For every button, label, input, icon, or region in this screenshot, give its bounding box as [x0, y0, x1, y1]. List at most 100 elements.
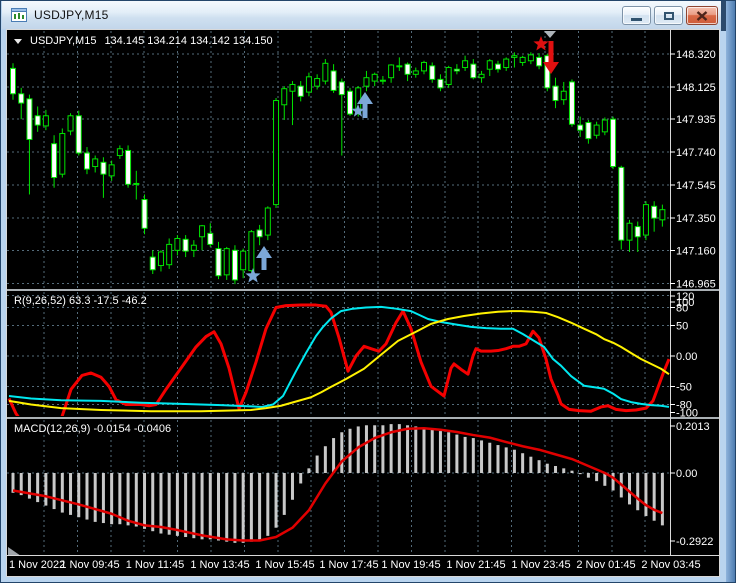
macd-histogram-bar: [175, 473, 179, 536]
macd-histogram-bar: [52, 473, 56, 510]
macd-histogram-bar: [381, 425, 385, 473]
candle: [445, 65, 452, 88]
macd-histogram-bar: [414, 426, 418, 473]
candle: [552, 77, 559, 109]
candle: [388, 64, 395, 83]
macd-histogram-bar: [586, 473, 590, 478]
price-axis-label: 147.545: [676, 180, 716, 192]
time-axis[interactable]: 1 Nov 2022 1 Nov 09:45 1 Nov 11:45 1 Nov 13…: [7, 559, 719, 575]
candle: [577, 116, 584, 137]
r-indicator-lines: [7, 303, 670, 416]
window-title: USDJPY,M15: [34, 8, 109, 22]
candle: [108, 160, 115, 181]
r-axis-label: -100: [676, 408, 698, 420]
chart-client-area[interactable]: 148.320 148.125 147.935 147.740 147.545 147.3…: [6, 29, 720, 577]
macd-histogram-bar: [422, 427, 426, 473]
macd-histogram-bar: [554, 466, 558, 473]
time-axis-label: 1 Nov 21:45: [446, 559, 506, 571]
macd-histogram-bar: [36, 473, 40, 503]
macd-histogram-bar: [595, 473, 599, 482]
minimize-icon: [631, 18, 642, 21]
macd-histogram-bar: [660, 473, 664, 526]
r-axis-label: -50: [676, 381, 692, 393]
time-axis-label: 2 Nov 01:45: [576, 559, 636, 571]
r-axis-label: 80: [676, 303, 688, 315]
r-indicator-label: R(9,26,52) 63.3 -17.5 -46.2: [14, 295, 147, 307]
chart-window-icon: [11, 8, 27, 22]
star-marker[interactable]: [533, 36, 549, 51]
candle: [642, 201, 649, 241]
candle: [92, 155, 99, 173]
macd-histogram-bar: [282, 473, 286, 515]
candle: [34, 106, 41, 132]
macd-histogram-bar: [463, 436, 467, 473]
candle: [536, 53, 543, 70]
time-axis-label: 1 Nov 11:45: [125, 559, 185, 571]
scroll-corner-icon: [8, 547, 21, 556]
candle: [231, 245, 238, 285]
macd-histogram-bar: [290, 473, 294, 500]
candle: [511, 52, 518, 68]
chart-ohlc-values: 134.145 134.214 134.142 134.150: [104, 35, 273, 47]
minimize-button[interactable]: [622, 6, 651, 25]
price-axis-label: 147.350: [676, 213, 716, 225]
chevron-down-icon[interactable]: [14, 38, 22, 44]
candle: [215, 241, 222, 280]
restore-button[interactable]: [654, 6, 683, 25]
restore-icon: [663, 11, 674, 20]
macd-histogram-bar: [455, 434, 459, 473]
candle: [494, 60, 501, 73]
time-axis-label: 1 Nov 13:45: [190, 559, 250, 571]
macd-histogram-bar: [200, 473, 204, 540]
macd-axis-label: -0.2922: [676, 536, 713, 548]
candle: [10, 63, 16, 100]
candle: [568, 79, 575, 127]
candle: [248, 230, 255, 273]
macd-histogram-bar: [184, 473, 188, 538]
candle: [437, 74, 444, 92]
candle: [100, 157, 107, 198]
candle: [651, 201, 658, 232]
candle: [486, 59, 493, 77]
candle: [396, 57, 403, 71]
macd-histogram-bar: [208, 473, 212, 540]
star-marker[interactable]: [245, 268, 261, 283]
macd-histogram-bar: [636, 473, 640, 511]
candle: [125, 145, 132, 188]
macd-histogram-bar: [521, 453, 525, 473]
candle: [470, 59, 477, 80]
macd-histogram-bar: [134, 473, 138, 527]
macd-histogram-bar: [192, 473, 196, 539]
macd-histogram-bar: [323, 446, 327, 473]
price-axis-label: 146.965: [676, 278, 716, 290]
macd-histogram-bar: [611, 473, 615, 491]
shift-triangle-icon[interactable]: [544, 31, 556, 38]
candle: [305, 72, 312, 97]
candle: [264, 206, 271, 241]
candle: [462, 55, 469, 71]
macd-histogram-bar: [471, 438, 475, 473]
macd-histogram-bar: [274, 473, 278, 528]
price-axis-label: 147.160: [676, 245, 716, 257]
macd-histogram-bar: [241, 473, 245, 543]
macd-histogram-bar: [266, 473, 270, 536]
r-axis-label: 0.00: [676, 351, 697, 363]
window-titlebar[interactable]: USDJPY,M15: [2, 1, 729, 29]
price-axis-label: 147.935: [676, 114, 716, 126]
macd-histogram-bar: [570, 470, 574, 473]
close-button[interactable]: [686, 6, 718, 25]
candle: [157, 250, 164, 272]
candle: [223, 246, 230, 280]
buy-arrow-marker[interactable]: [256, 246, 272, 270]
macd-histogram-bar: [545, 463, 549, 473]
candle: [404, 62, 411, 82]
time-axis-label: 2 Nov 03:45: [641, 559, 701, 571]
macd-histogram-bar: [488, 442, 492, 473]
macd-histogram-bar: [69, 473, 73, 515]
window-right-border: [726, 1, 735, 582]
price-axis[interactable]: 148.320 148.125 147.935 147.740 147.545 147.3…: [670, 49, 716, 548]
macd-histogram-bar: [496, 445, 500, 473]
macd-axis-label: 0.00: [676, 468, 697, 480]
candle: [363, 70, 370, 92]
candle: [618, 165, 625, 250]
